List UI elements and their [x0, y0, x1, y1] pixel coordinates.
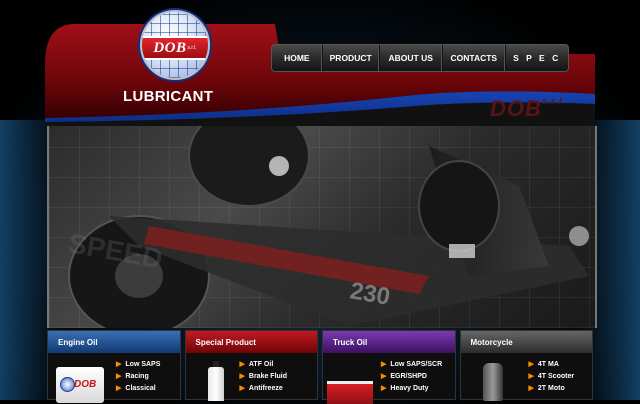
motorcycle-oil-jug-image — [482, 363, 503, 401]
list-item[interactable]: ▶ Heavy Duty — [381, 383, 442, 395]
logo-band: DOB s.r.l. — [142, 36, 208, 60]
arrow-right-icon: ▶ — [381, 373, 387, 380]
category-body: ▶ 4T MA ▶ 4T Scooter ▶ 2T Moto — [461, 353, 593, 401]
list-item[interactable]: ▶ 4T Scooter — [529, 371, 575, 383]
brand-logo[interactable]: DOB s.r.l. ® — [140, 10, 210, 80]
nav-home[interactable]: HOME — [272, 45, 323, 71]
list-item[interactable]: ▶ EGR/SHPD — [381, 371, 442, 383]
category-engine-oil[interactable]: Engine Oil DOB ▶ Low SAPS ▶ Racing ▶ Classi… — [47, 330, 181, 403]
logo-suffix: s.r.l. — [187, 45, 197, 51]
brand-tagline: LUBRICANT — [123, 88, 214, 105]
arrow-right-icon: ▶ — [239, 385, 245, 392]
logo-text: DOB — [153, 39, 187, 56]
list-item[interactable]: ▶ Classical — [116, 383, 160, 395]
category-title[interactable]: Truck Oil — [323, 331, 455, 353]
special-product-bottle-image — [207, 361, 224, 401]
right-light — [569, 226, 589, 246]
list-item[interactable]: ▶ Racing — [116, 371, 160, 383]
race-car-illustration: SPEED 230 — [66, 126, 589, 328]
arrow-right-icon: ▶ — [239, 361, 245, 368]
engine-oil-can-image: DOB — [56, 367, 104, 403]
arrow-right-icon: ▶ — [116, 361, 122, 368]
list-item[interactable]: ▶ Antifreeze — [240, 383, 288, 395]
arrow-right-icon: ▶ — [528, 361, 534, 368]
ghost-logo: DOBs.r.l. — [490, 96, 566, 121]
category-list: ▶ Low SAPS ▶ Racing ▶ Classical — [116, 359, 160, 395]
arrow-right-icon: ▶ — [381, 361, 387, 368]
truck-oil-bucket-image — [327, 381, 373, 404]
list-item[interactable]: ▶ 4T MA — [529, 359, 575, 371]
category-body: ▶ Low SAPS/SCR ▶ EGR/SHPD ▶ Heavy Duty — [323, 353, 455, 404]
category-truck-oil[interactable]: Truck Oil ▶ Low SAPS/SCR ▶ EGR/SHPD ▶ Heavy… — [322, 330, 456, 404]
category-title[interactable]: Engine Oil — [48, 331, 180, 353]
category-list: ▶ Low SAPS/SCR ▶ EGR/SHPD ▶ Heavy Duty — [381, 359, 442, 395]
list-item[interactable]: ▶ ATF Oil — [240, 359, 288, 371]
category-body: ▶ ATF Oil ▶ Brake Fluid ▶ Antifreeze — [186, 353, 318, 401]
nav-spec[interactable]: S P E C — [506, 45, 568, 71]
number-plate — [449, 244, 475, 258]
list-item[interactable]: ▶ Brake Fluid — [240, 371, 288, 383]
arrow-right-icon: ▶ — [381, 385, 387, 392]
product-categories: Engine Oil DOB ▶ Low SAPS ▶ Racing ▶ Classi… — [47, 330, 593, 404]
arrow-right-icon: ▶ — [116, 373, 122, 380]
nav-product[interactable]: PRODUCT — [323, 45, 380, 71]
arrow-right-icon: ▶ — [239, 373, 245, 380]
category-list: ▶ 4T MA ▶ 4T Scooter ▶ 2T Moto — [529, 359, 575, 395]
list-item[interactable]: ▶ Low SAPS — [116, 359, 160, 371]
arrow-right-icon: ▶ — [528, 385, 534, 392]
front-wheel-right — [418, 160, 500, 252]
globe-icon — [60, 377, 75, 392]
nav-contacts[interactable]: CONTACTS — [443, 45, 506, 71]
rear-wheel — [188, 126, 310, 207]
category-body: DOB ▶ Low SAPS ▶ Racing ▶ Classical — [48, 353, 180, 403]
list-item[interactable]: ▶ Low SAPS/SCR — [381, 359, 442, 371]
category-special-product[interactable]: Special Product ▶ ATF Oil ▶ Brake Fluid ▶ A… — [184, 330, 318, 401]
category-motorcycle[interactable]: Motorcycle ▶ 4T MA ▶ 4T Scooter ▶ 2T Moto — [459, 330, 593, 401]
arrow-right-icon: ▶ — [116, 385, 122, 392]
rear-light — [269, 156, 289, 176]
arrow-right-icon: ▶ — [528, 373, 534, 380]
main-nav: HOME PRODUCT ABOUT US CONTACTS S P E C — [271, 44, 569, 72]
nav-about-us[interactable]: ABOUT US — [380, 45, 443, 71]
page-frame: DOBs.r.l. DOB s.r.l. ® LUBRICANT HOME PR… — [45, 0, 597, 404]
category-title[interactable]: Motorcycle — [460, 331, 592, 353]
hero-banner: SPEED 230 — [47, 126, 597, 328]
category-title[interactable]: Special Product — [185, 331, 317, 353]
list-item[interactable]: ▶ 2T Moto — [529, 383, 575, 395]
product-brand: DOB — [74, 379, 97, 390]
category-list: ▶ ATF Oil ▶ Brake Fluid ▶ Antifreeze — [240, 359, 288, 395]
